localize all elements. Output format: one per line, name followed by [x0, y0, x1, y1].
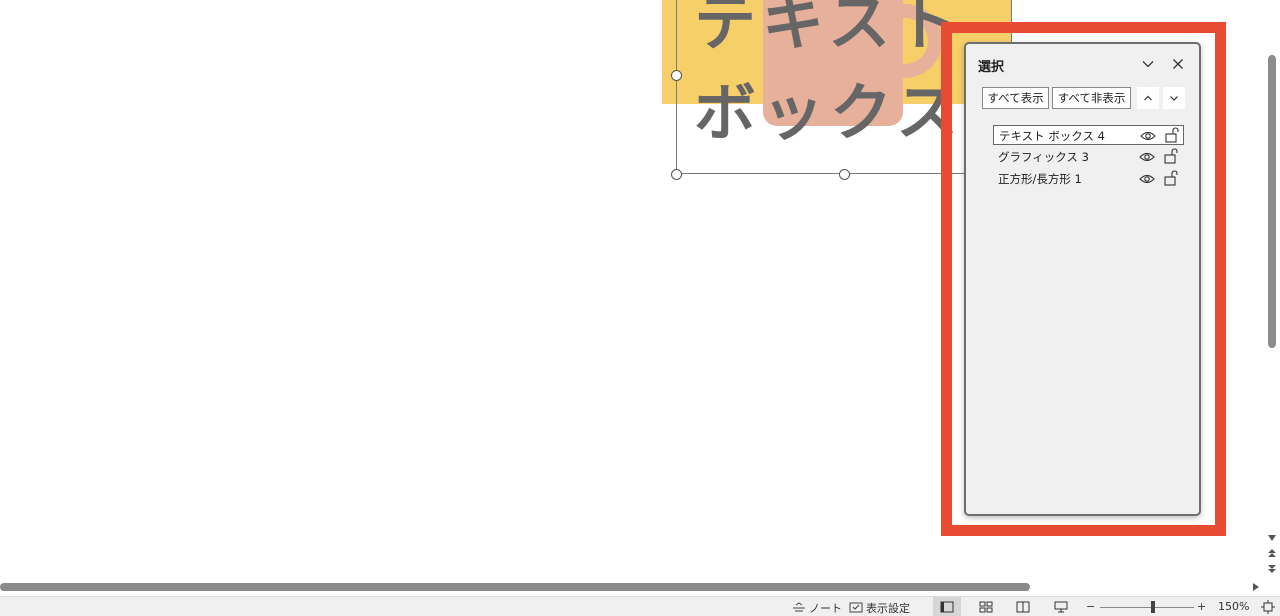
chevron-down-icon[interactable]: [1140, 56, 1156, 72]
close-icon[interactable]: [1170, 56, 1186, 72]
notes-button[interactable]: ノート: [792, 600, 842, 616]
display-settings-button[interactable]: 表示設定: [849, 600, 910, 616]
eye-icon[interactable]: [1140, 128, 1156, 142]
next-slide-icon[interactable]: [1267, 564, 1277, 574]
fit-to-window-icon[interactable]: [1260, 600, 1276, 614]
notes-icon: [793, 602, 805, 612]
zoom-out-button[interactable]: −: [1086, 600, 1095, 613]
layer-item-label: 正方形/長方形 1: [998, 172, 1082, 186]
show-all-button[interactable]: すべて表示: [982, 87, 1049, 109]
display-settings-label: 表示設定: [866, 602, 910, 615]
selection-pane-title: 選択: [978, 60, 1005, 75]
horizontal-scrollbar[interactable]: [0, 580, 1264, 594]
selection-pane: 選択 すべて表示 すべて非表示 テキスト ボックス 4 グラフィックス 3 正方…: [964, 42, 1201, 516]
zoom-slider-track[interactable]: [1100, 607, 1194, 608]
layer-item-graphics[interactable]: グラフィックス 3: [993, 147, 1184, 167]
normal-view-icon[interactable]: [933, 597, 961, 616]
display-settings-icon: [849, 602, 863, 613]
eye-icon[interactable]: [1139, 149, 1155, 163]
chevron-up-icon: [1144, 95, 1152, 101]
horizontal-scroll-thumb[interactable]: [0, 583, 1030, 591]
layer-item-label: グラフィックス 3: [998, 150, 1089, 164]
bring-forward-button[interactable]: [1137, 87, 1159, 109]
chevron-down-icon: [1170, 96, 1178, 101]
vertical-scrollbar[interactable]: [1264, 0, 1280, 580]
status-bar: ノート 表示設定 − + 150%: [0, 596, 1280, 616]
slideshow-view-icon[interactable]: [1053, 600, 1069, 614]
vertical-scroll-thumb[interactable]: [1268, 55, 1276, 348]
slide-sorter-view-icon[interactable]: [978, 600, 994, 614]
scroll-right-icon[interactable]: [1250, 581, 1262, 593]
unlock-icon[interactable]: [1163, 147, 1179, 165]
eye-icon[interactable]: [1139, 171, 1155, 185]
resize-handle-bottom-left[interactable]: [671, 169, 682, 180]
scroll-down-icon[interactable]: [1267, 533, 1277, 543]
zoom-level[interactable]: 150%: [1218, 600, 1249, 613]
resize-handle-left[interactable]: [671, 70, 682, 81]
send-backward-button[interactable]: [1163, 87, 1185, 109]
layer-item-textbox[interactable]: テキスト ボックス 4: [993, 125, 1184, 145]
unlock-icon[interactable]: [1164, 126, 1180, 144]
layer-item-rectangle[interactable]: 正方形/長方形 1: [993, 169, 1184, 189]
notes-label: ノート: [809, 602, 842, 615]
zoom-slider-knob[interactable]: [1151, 601, 1155, 613]
previous-slide-icon[interactable]: [1267, 548, 1277, 558]
resize-handle-bottom[interactable]: [839, 169, 850, 180]
hide-all-button[interactable]: すべて非表示: [1052, 87, 1131, 109]
reading-view-icon[interactable]: [1015, 600, 1031, 614]
zoom-in-button[interactable]: +: [1197, 600, 1206, 613]
unlock-icon[interactable]: [1163, 169, 1179, 187]
layer-item-label: テキスト ボックス 4: [999, 129, 1105, 143]
